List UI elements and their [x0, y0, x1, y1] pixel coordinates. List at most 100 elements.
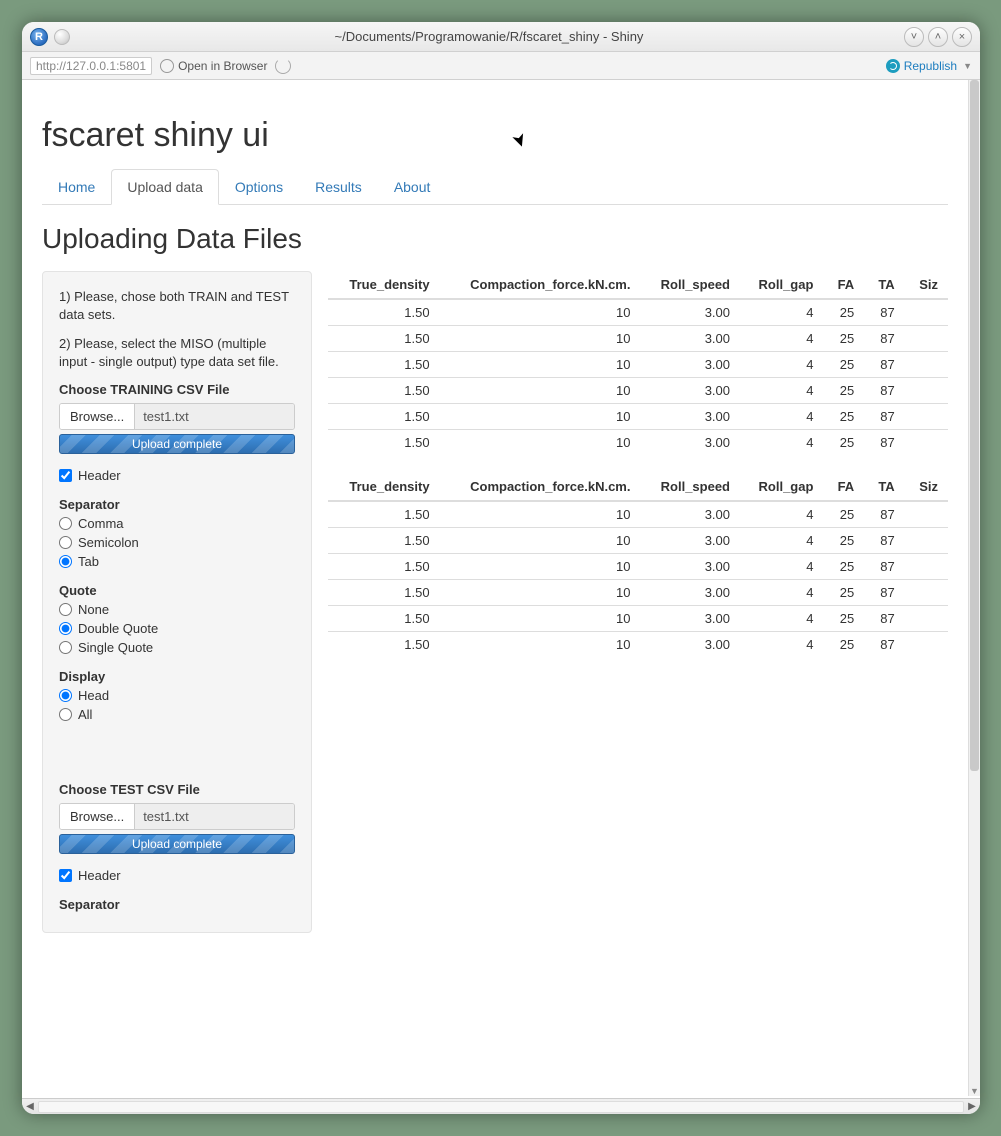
table-cell: 25	[823, 528, 864, 554]
table-cell: 4	[740, 606, 823, 632]
table-cell: 87	[864, 501, 905, 528]
table-cell: 87	[864, 430, 905, 456]
horizontal-scrollbar[interactable]: ◀ ▶	[22, 1098, 980, 1114]
stop-loading-icon[interactable]	[54, 29, 70, 45]
header-checkbox-train[interactable]	[59, 469, 72, 482]
test-file-input[interactable]: Browse... test1.txt	[59, 803, 295, 830]
sidebar-panel: 1) Please, chose both TRAIN and TEST dat…	[42, 271, 312, 933]
table-cell: 10	[440, 299, 641, 326]
table-cell: 1.50	[328, 501, 440, 528]
titlebar: R ~/Documents/Programowanie/R/fscaret_sh…	[22, 22, 980, 52]
scroll-right-icon[interactable]: ▶	[964, 1101, 980, 1112]
table-cell: 4	[740, 554, 823, 580]
header-checkbox-test[interactable]	[59, 869, 72, 882]
separator-radio-comma[interactable]	[59, 517, 72, 530]
browse-button[interactable]: Browse...	[60, 404, 135, 429]
display-radio-head[interactable]	[59, 689, 72, 702]
browse-button-test[interactable]: Browse...	[60, 804, 135, 829]
republish-button[interactable]: Republish ▼	[886, 59, 972, 73]
table-cell: 4	[740, 299, 823, 326]
display-radio-all[interactable]	[59, 708, 72, 721]
chevron-down-icon: ▼	[963, 61, 972, 71]
table-cell: 3.00	[640, 430, 740, 456]
rstudio-viewer-window: R ~/Documents/Programowanie/R/fscaret_sh…	[22, 22, 980, 1114]
display-group-label: Display	[59, 669, 295, 684]
separator-option-label: Comma	[78, 516, 124, 531]
table-cell: 10	[440, 580, 641, 606]
scrollbar-thumb[interactable]	[970, 80, 979, 771]
globe-icon	[160, 59, 174, 73]
table-cell: 10	[440, 430, 641, 456]
scroll-down-icon[interactable]: ▼	[969, 1086, 980, 1096]
separator-group-label: Separator	[59, 497, 295, 512]
table-row: 1.50103.0042587	[328, 352, 948, 378]
table-cell: 1.50	[328, 528, 440, 554]
table-cell: 25	[823, 501, 864, 528]
url-field[interactable]: http://127.0.0.1:5801	[30, 57, 152, 75]
tab-about[interactable]: About	[378, 169, 447, 205]
column-header: True_density	[328, 271, 440, 299]
table-cell: 10	[440, 554, 641, 580]
table-cell: 3.00	[640, 554, 740, 580]
close-button[interactable]: ×	[952, 27, 972, 47]
column-header: TA	[864, 473, 905, 501]
quote-radio-single-quote[interactable]	[59, 641, 72, 654]
table-cell: 87	[864, 326, 905, 352]
table-cell: 25	[823, 430, 864, 456]
quote-radio-double-quote[interactable]	[59, 622, 72, 635]
column-header: Roll_gap	[740, 271, 823, 299]
training-upload-progress: Upload complete	[59, 434, 295, 454]
table-row: 1.50103.0042587	[328, 528, 948, 554]
maximize-button[interactable]: ˄	[928, 27, 948, 47]
column-header: Roll_speed	[640, 473, 740, 501]
column-header: True_density	[328, 473, 440, 501]
test-file-label: Choose TEST CSV File	[59, 782, 295, 797]
table-cell: 3.00	[640, 632, 740, 658]
table-cell: 10	[440, 632, 641, 658]
table-cell: 4	[740, 528, 823, 554]
table-cell: 4	[740, 378, 823, 404]
open-in-browser-button[interactable]: Open in Browser	[160, 59, 267, 73]
table-cell: 10	[440, 501, 641, 528]
table-cell: 4	[740, 501, 823, 528]
tab-options[interactable]: Options	[219, 169, 299, 205]
separator2-group-label: Separator	[59, 897, 295, 912]
hint-text-2: 2) Please, select the MISO (multiple inp…	[59, 335, 295, 370]
separator-radio-semicolon[interactable]	[59, 536, 72, 549]
table-cell: 87	[864, 404, 905, 430]
training-file-input[interactable]: Browse... test1.txt	[59, 403, 295, 430]
table-cell: 1.50	[328, 352, 440, 378]
hscroll-track[interactable]	[38, 1101, 964, 1113]
tab-upload-data[interactable]: Upload data	[111, 169, 219, 205]
table-cell: 87	[864, 632, 905, 658]
table-cell: 3.00	[640, 528, 740, 554]
table-cell: 87	[864, 352, 905, 378]
content-viewport: fscaret shiny ui HomeUpload dataOptionsR…	[22, 80, 968, 1096]
table-cell: 25	[823, 299, 864, 326]
vertical-scrollbar[interactable]: ▲ ▼	[968, 80, 980, 1096]
scroll-left-icon[interactable]: ◀	[22, 1101, 38, 1112]
r-logo-icon: R	[30, 28, 48, 46]
tab-results[interactable]: Results	[299, 169, 378, 205]
table-cell: 87	[864, 528, 905, 554]
table-cell: 4	[740, 430, 823, 456]
column-header: Roll_gap	[740, 473, 823, 501]
quote-radio-none[interactable]	[59, 603, 72, 616]
table-cell: 3.00	[640, 378, 740, 404]
header-label: Header	[78, 468, 121, 483]
reload-icon[interactable]	[275, 58, 291, 74]
minimize-button[interactable]: ˅	[904, 27, 924, 47]
table-cell: 1.50	[328, 606, 440, 632]
table-row: 1.50103.0042587	[328, 554, 948, 580]
tab-home[interactable]: Home	[42, 169, 111, 205]
table-cell: 3.00	[640, 501, 740, 528]
table-row: 1.50103.0042587	[328, 430, 948, 456]
table-cell: 10	[440, 528, 641, 554]
column-header: Roll_speed	[640, 271, 740, 299]
column-header: TA	[864, 271, 905, 299]
separator-radio-tab[interactable]	[59, 555, 72, 568]
table-cell: 1.50	[328, 378, 440, 404]
table-cell: 4	[740, 326, 823, 352]
training-data-table: True_densityCompaction_force.kN.cm.Roll_…	[328, 271, 948, 455]
column-header: FA	[823, 271, 864, 299]
